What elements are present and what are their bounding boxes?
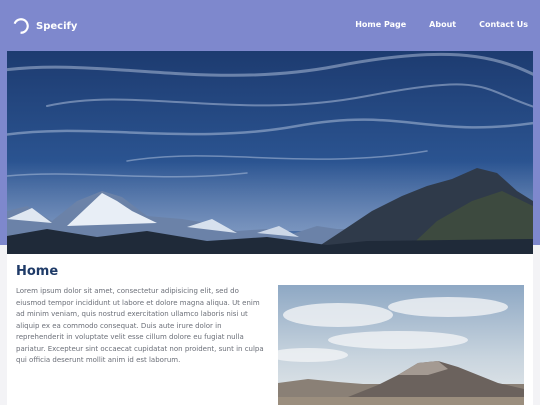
intro-paragraph: Lorem ipsum dolor sit amet, consectetur …	[16, 287, 264, 364]
page-title: Home	[16, 264, 59, 279]
hero-image	[7, 51, 533, 254]
main-nav: Home Page About Contact Us	[332, 19, 528, 31]
brand-name: Specify	[36, 20, 78, 32]
landscape-photo	[278, 285, 524, 405]
brand[interactable]: Specify	[12, 15, 77, 37]
logo-icon	[13, 18, 29, 34]
nav-home-page[interactable]: Home Page	[355, 19, 406, 31]
nav-about[interactable]: About	[429, 19, 456, 31]
main-content: Home Lorem ipsum dolor sit amet, consect…	[7, 254, 533, 405]
nav-contact-us[interactable]: Contact Us	[479, 19, 528, 31]
